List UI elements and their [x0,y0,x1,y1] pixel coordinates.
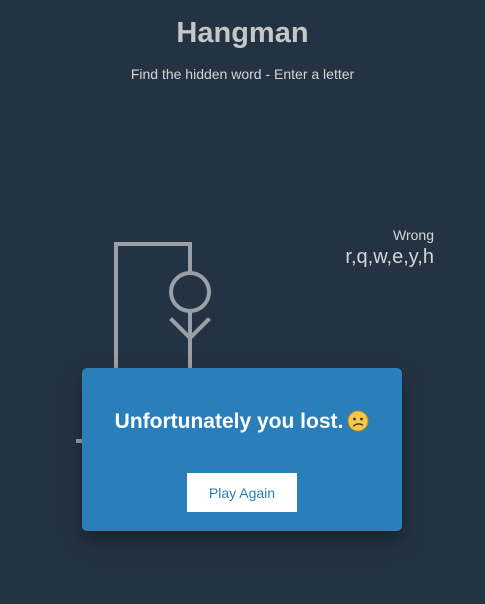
game-over-popup: Unfortunately you lost. Play Again [82,368,402,531]
hangman-head [169,271,211,313]
wrong-letters: r,q,w,e,y,h [345,246,434,268]
wrong-guesses: Wrong r,q,w,e,y,h [345,226,434,270]
wrong-label: Wrong [393,227,434,243]
hangman-right-arm [187,317,211,341]
popup-message: Unfortunately you lost. [114,410,344,433]
hangman-left-arm [169,317,193,341]
confused-face-icon [347,410,369,432]
popup-message-row: Unfortunately you lost. [82,408,402,436]
play-again-button[interactable]: Play Again [187,473,297,512]
